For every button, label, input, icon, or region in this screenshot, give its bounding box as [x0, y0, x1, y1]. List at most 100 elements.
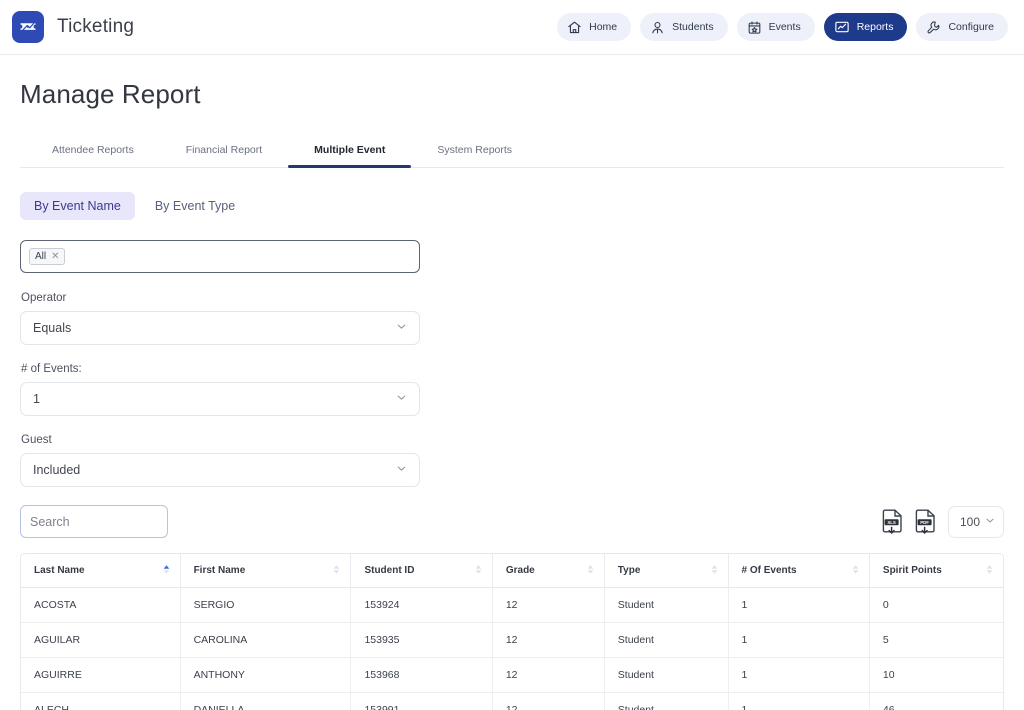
chevron-down-icon: [395, 391, 408, 407]
sort-icon[interactable]: [851, 564, 860, 578]
operator-select[interactable]: Equals: [20, 311, 420, 345]
wrench-icon: [926, 20, 941, 35]
search-input[interactable]: [20, 505, 168, 538]
column-label: Grade: [505, 565, 535, 576]
cell-student-id: 153968: [350, 657, 493, 693]
sort-icon[interactable]: [710, 564, 719, 578]
sort-icon[interactable]: [474, 564, 483, 578]
selected-chip[interactable]: All ✕: [29, 248, 65, 265]
report-table: Last Name First Name Student ID Grade Ty…: [21, 554, 1003, 710]
cell-type: Student: [604, 657, 729, 693]
ticket-icon: [12, 11, 44, 43]
cell-num-events: 1: [728, 657, 870, 693]
cell-student-id: 153991: [350, 692, 493, 710]
guest-select[interactable]: Included: [20, 453, 420, 487]
cell-spirit-points: 46: [869, 692, 1003, 710]
tab-system-reports[interactable]: System Reports: [411, 138, 538, 167]
cell-num-events: 1: [728, 692, 870, 710]
num-events-select[interactable]: 1: [20, 382, 420, 416]
table-header-row: Last Name First Name Student ID Grade Ty…: [21, 554, 1003, 588]
nav-item-events[interactable]: Events: [736, 13, 815, 41]
table-row[interactable]: ALECH DANIELLA 153991 12 Student 1 46: [21, 692, 1003, 710]
nav-item-label: Events: [768, 21, 801, 33]
nav-item-configure[interactable]: Configure: [916, 13, 1008, 41]
export-xls-icon[interactable]: XLS: [882, 509, 904, 535]
cell-grade: 12: [492, 622, 605, 658]
cell-spirit-points: 5: [869, 622, 1003, 658]
cell-grade: 12: [492, 657, 605, 693]
app-title: Ticketing: [57, 16, 135, 37]
cell-student-id: 153935: [350, 622, 493, 658]
nav-item-reports[interactable]: Reports: [823, 13, 908, 41]
table-row[interactable]: AGUIRRE ANTHONY 153968 12 Student 1 10: [21, 657, 1003, 693]
column-header-student-id[interactable]: Student ID: [350, 554, 493, 588]
page-size-select[interactable]: 100: [948, 505, 1004, 538]
event-name-multiselect[interactable]: All ✕: [20, 240, 420, 273]
cell-type: Student: [604, 587, 729, 623]
student-icon: [650, 20, 665, 35]
nav-item-label: Reports: [856, 21, 894, 33]
tab-attendee-reports[interactable]: Attendee Reports: [26, 138, 160, 167]
table-toolbar: XLS PDF 100: [20, 505, 1004, 538]
export-pdf-icon[interactable]: PDF: [915, 509, 937, 535]
guest-label: Guest: [21, 434, 52, 446]
sort-icon[interactable]: [586, 564, 595, 578]
nav-item-label: Configure: [948, 21, 994, 33]
guest-value: Included: [33, 463, 81, 477]
nav-item-students[interactable]: Students: [640, 13, 728, 41]
cell-first-name: CAROLINA: [180, 622, 352, 658]
calendar-star-icon: [747, 20, 762, 35]
chip-label: All: [35, 251, 47, 262]
nav-item-home[interactable]: Home: [557, 13, 632, 41]
svg-text:XLS: XLS: [887, 519, 896, 524]
column-label: First Name: [193, 565, 246, 576]
operator-label: Operator: [21, 292, 67, 304]
column-header-last-name[interactable]: Last Name: [21, 554, 181, 588]
cell-spirit-points: 0: [869, 587, 1003, 623]
column-header-first-name[interactable]: First Name: [180, 554, 352, 588]
cell-last-name: ACOSTA: [21, 587, 181, 623]
cell-grade: 12: [492, 587, 605, 623]
filter-form: All ✕ Operator Equals # of Events: 1 Gue…: [20, 240, 420, 487]
page-size-value: 100: [960, 514, 981, 529]
cell-first-name: ANTHONY: [180, 657, 352, 693]
column-header-num-events[interactable]: # Of Events: [728, 554, 870, 588]
column-label: Type: [617, 565, 641, 576]
sort-icon[interactable]: [332, 564, 341, 578]
cell-last-name: ALECH: [21, 692, 181, 710]
column-label: Student ID: [364, 565, 415, 576]
brand[interactable]: Ticketing: [12, 11, 134, 43]
page-content: Manage Report Attendee Reports Financial…: [0, 55, 1024, 710]
column-label: Last Name: [34, 565, 85, 576]
top-navigation-bar: Ticketing Home Students Events Reports C…: [0, 0, 1024, 55]
sort-ascending-icon[interactable]: [162, 564, 171, 578]
chevron-down-icon: [395, 462, 408, 478]
nav-item-label: Home: [589, 21, 618, 33]
sort-icon[interactable]: [985, 564, 994, 578]
cell-first-name: DANIELLA: [180, 692, 352, 710]
home-icon: [567, 20, 582, 35]
tab-multiple-event[interactable]: Multiple Event: [288, 138, 412, 168]
num-events-value: 1: [33, 392, 40, 406]
column-header-type[interactable]: Type: [604, 554, 729, 588]
cell-grade: 12: [492, 692, 605, 710]
report-tabs: Attendee Reports Financial Report Multip…: [20, 138, 1004, 168]
filter-mode-tabs: By Event Name By Event Type: [20, 192, 1004, 220]
toolbar-actions: XLS PDF 100: [882, 505, 1004, 538]
table-row[interactable]: ACOSTA SERGIO 153924 12 Student 1 0: [21, 587, 1003, 623]
cell-num-events: 1: [728, 587, 870, 623]
subtab-by-event-name[interactable]: By Event Name: [20, 192, 135, 220]
cell-type: Student: [604, 622, 729, 658]
results-table: Last Name First Name Student ID Grade Ty…: [20, 553, 1004, 710]
table-row[interactable]: AGUILAR CAROLINA 153935 12 Student 1 5: [21, 622, 1003, 658]
column-header-spirit-points[interactable]: Spirit Points: [869, 554, 1003, 588]
subtab-by-event-type[interactable]: By Event Type: [141, 192, 249, 220]
cell-type: Student: [604, 692, 729, 710]
chevron-down-icon: [984, 514, 996, 529]
tab-financial-report[interactable]: Financial Report: [160, 138, 288, 167]
cell-last-name: AGUIRRE: [21, 657, 181, 693]
column-label: # Of Events: [741, 565, 797, 576]
chevron-down-icon: [395, 320, 408, 336]
column-header-grade[interactable]: Grade: [492, 554, 605, 588]
close-icon[interactable]: ✕: [51, 251, 59, 262]
